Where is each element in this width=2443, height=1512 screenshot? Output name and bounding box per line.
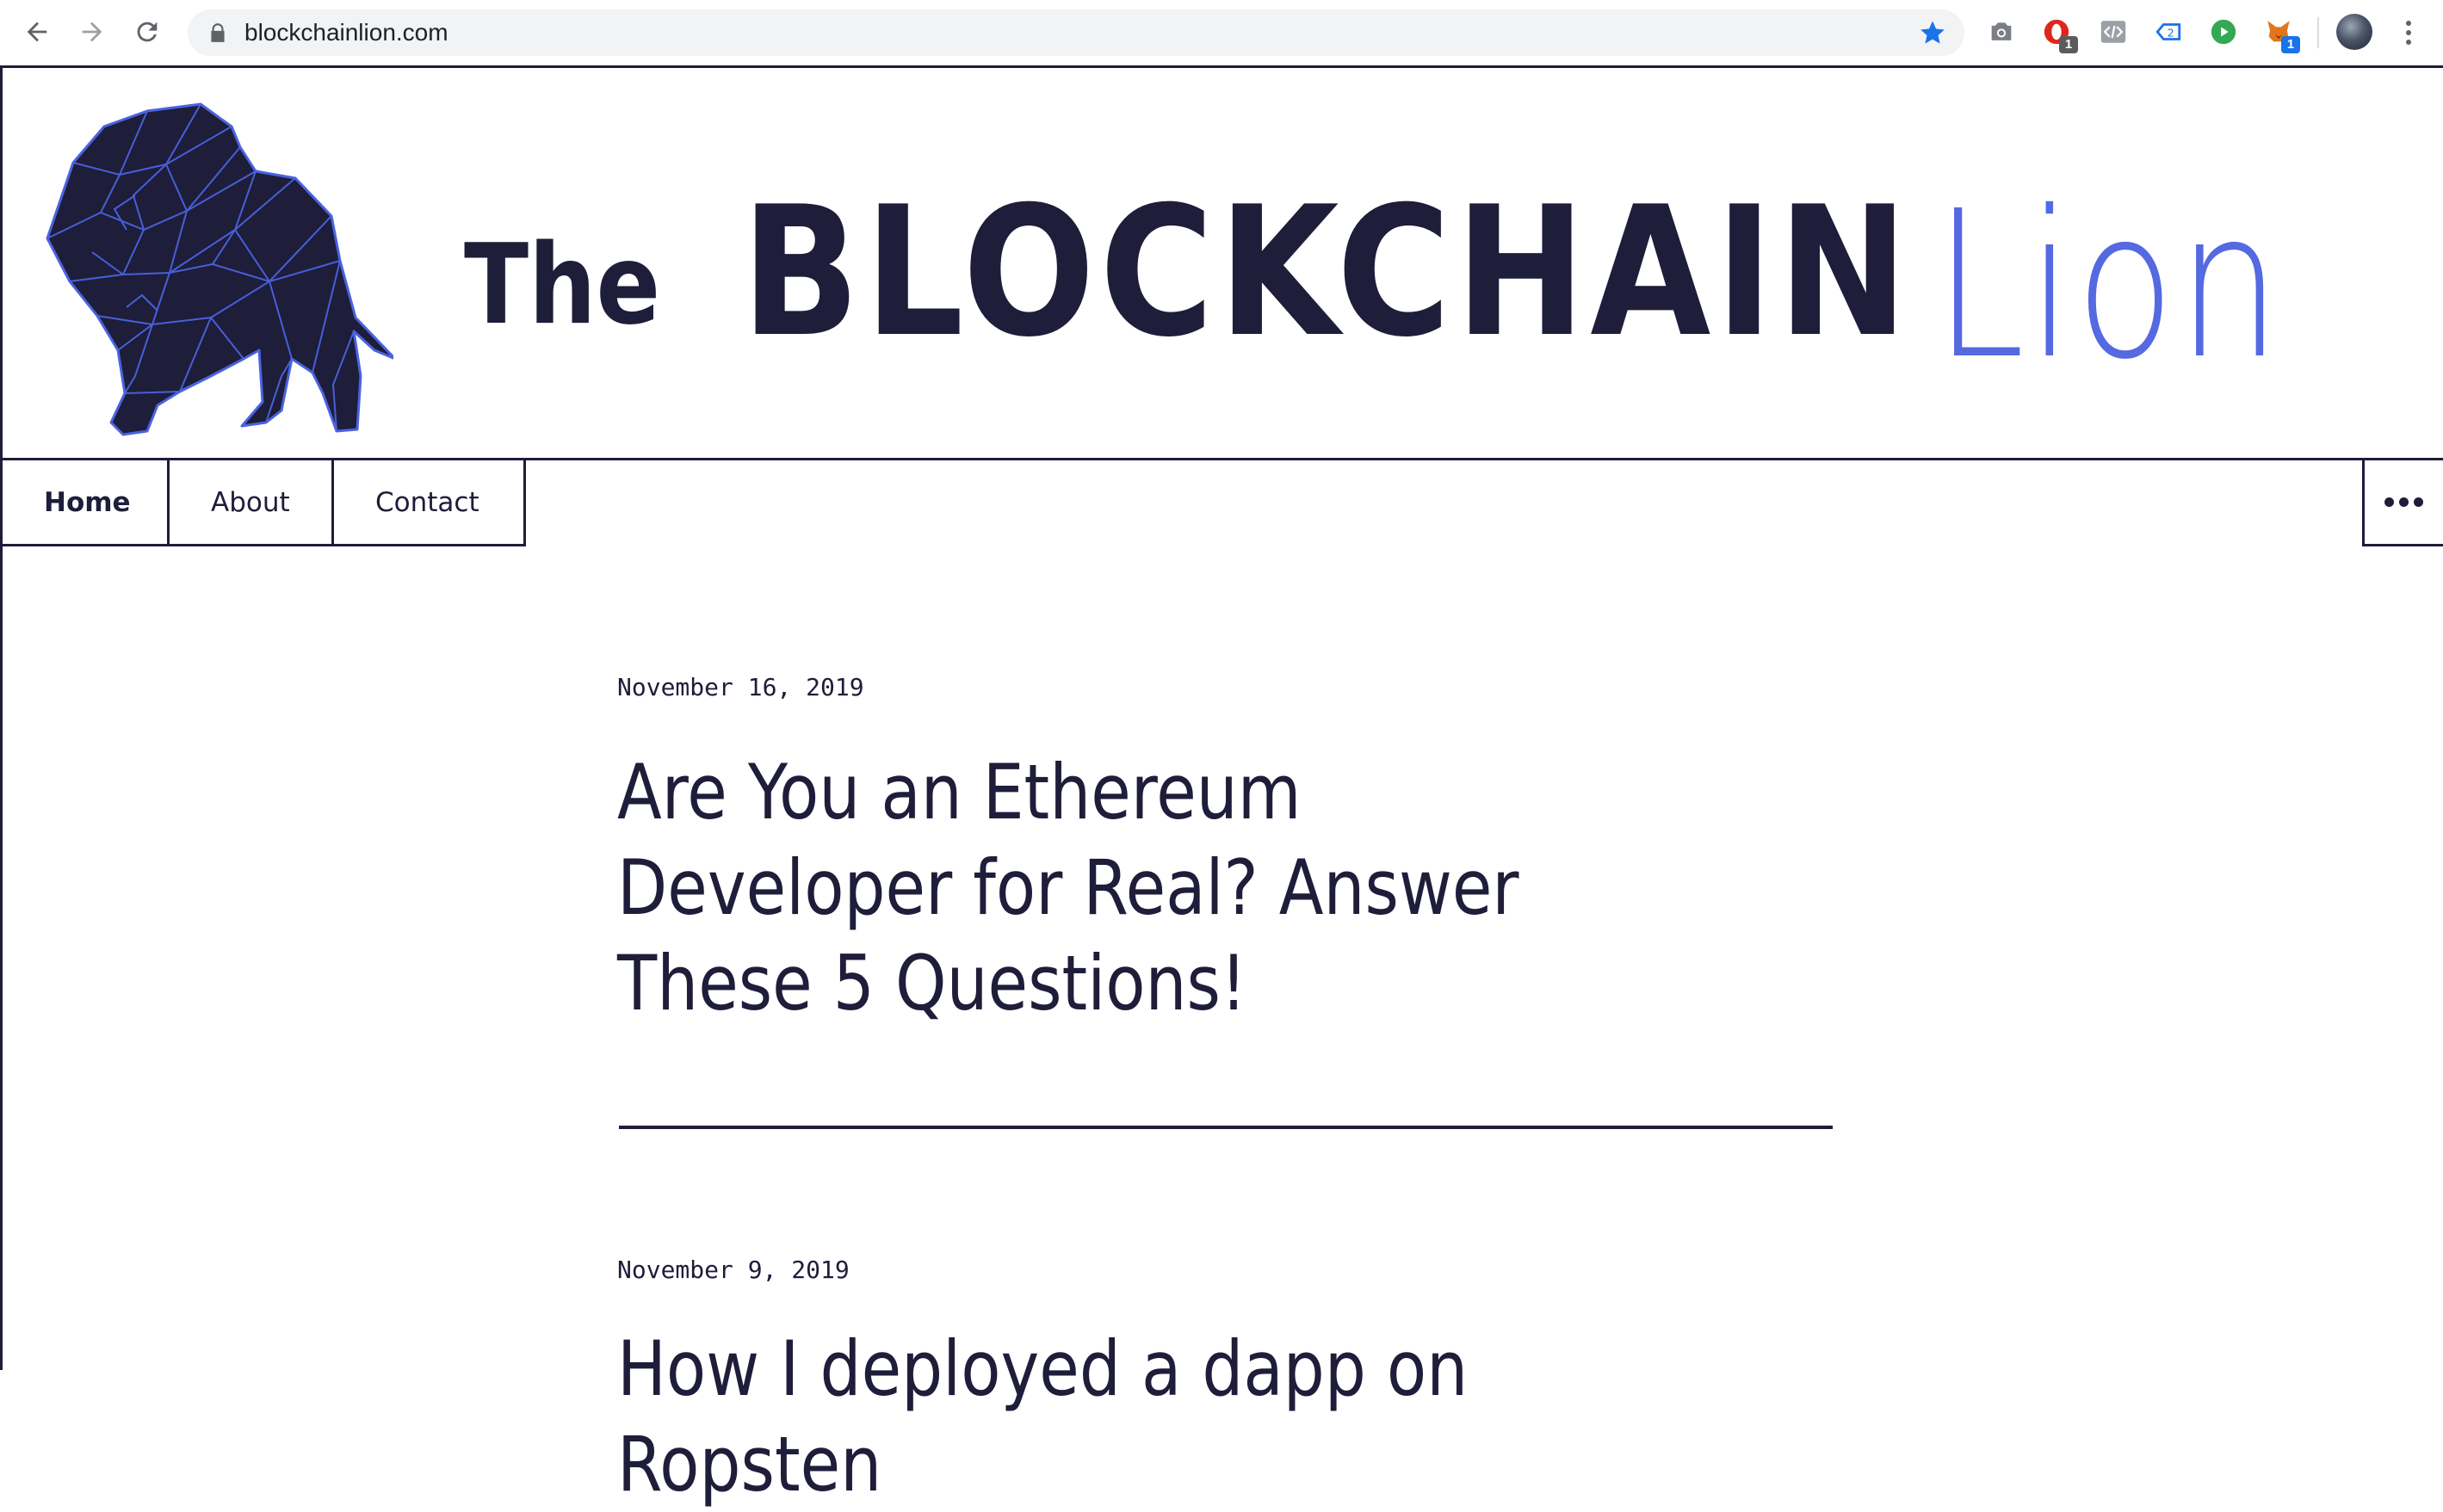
lion-logo-icon[interactable] — [40, 92, 393, 445]
lock-icon — [211, 23, 225, 42]
ellipsis-dot — [2399, 497, 2409, 507]
url-text: blockchainlion.com — [244, 19, 448, 46]
ellipsis-dot — [2414, 497, 2423, 507]
ellipsis-icon[interactable] — [2362, 460, 2443, 546]
arrow-left-icon — [27, 22, 47, 42]
site-header: The BLOCKCHAIN Lion — [3, 68, 2443, 460]
bookmark-star-icon[interactable] — [1918, 18, 1947, 47]
kebab-dot — [2406, 21, 2411, 26]
reload-icon — [137, 22, 158, 42]
post-date[interactable]: November 16, 2019 — [617, 673, 864, 702]
reload-button[interactable] — [127, 12, 167, 52]
primary-menu: Home About Contact — [3, 460, 526, 546]
browser-menu-button[interactable] — [2397, 15, 2421, 50]
back-button[interactable] — [17, 12, 57, 52]
forward-button[interactable] — [72, 12, 112, 52]
extension-badge: 1 — [2281, 36, 2300, 53]
site-title-lion[interactable]: Lion — [1934, 178, 2284, 393]
svg-text:2: 2 — [2168, 28, 2174, 40]
opera-extension-icon[interactable]: 1 — [2040, 15, 2078, 53]
arrow-right-icon — [82, 22, 102, 42]
menu-item-home[interactable]: Home — [3, 460, 170, 546]
code-extension-icon[interactable] — [2097, 15, 2130, 48]
ellipsis-dot — [2384, 497, 2394, 507]
site-title-blockchain[interactable]: BLOCKCHAIN — [741, 170, 1913, 376]
post-title[interactable]: Are You an Ethereum Developer for Real? … — [617, 744, 1654, 1031]
profile-avatar[interactable] — [2336, 14, 2372, 50]
extension-badge: 1 — [2059, 36, 2078, 53]
kebab-dot — [2406, 40, 2411, 45]
menu-item-about[interactable]: About — [170, 460, 334, 546]
kebab-dot — [2406, 30, 2411, 35]
post-separator — [619, 1126, 1833, 1129]
browser-toolbar: blockchainlion.com 1 2 1 — [0, 0, 2443, 65]
site-title-the[interactable]: The — [464, 221, 660, 350]
play-extension-icon[interactable] — [2207, 15, 2240, 48]
tag-extension-icon[interactable]: 2 — [2152, 15, 2185, 48]
toolbar-divider — [2317, 17, 2319, 48]
post-date[interactable]: November 9, 2019 — [617, 1256, 850, 1285]
menu-item-contact[interactable]: Contact — [334, 460, 526, 546]
page: The BLOCKCHAIN Lion Home About Contact N… — [0, 65, 2443, 1509]
post-title[interactable]: How I deployed a dapp on Ropsten — [617, 1321, 1654, 1512]
metamask-fox-icon[interactable]: 1 — [2262, 15, 2300, 53]
camera-extension-icon[interactable] — [1985, 15, 2018, 48]
address-bar[interactable]: blockchainlion.com — [188, 9, 1964, 56]
